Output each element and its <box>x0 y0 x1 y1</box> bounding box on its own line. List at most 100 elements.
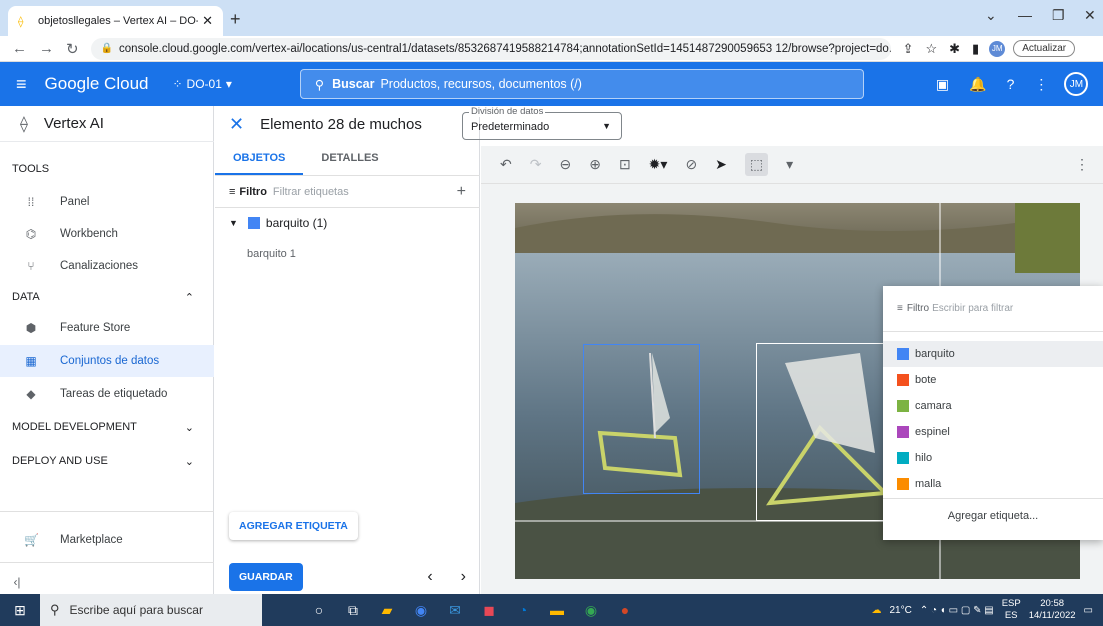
chrome-icon[interactable]: ◉ <box>404 602 438 619</box>
extensions-icon[interactable]: ✱ <box>949 41 960 57</box>
nav-item-datasets[interactable]: ▦ Conjuntos de datos <box>0 345 214 377</box>
more-vert-icon[interactable]: ⋮ <box>1034 76 1048 93</box>
notifications-icon[interactable]: 🔔 <box>969 76 986 93</box>
reload-icon[interactable]: ↻ <box>66 40 79 58</box>
tab-details[interactable]: DETALLES <box>303 146 396 175</box>
chrome-profile-icon[interactable]: ◉ <box>574 602 608 619</box>
caret-down-icon[interactable]: ▾ <box>786 156 793 173</box>
search-label: Buscar <box>332 77 375 91</box>
label-menu-item[interactable]: barquito <box>883 341 1103 367</box>
save-button[interactable]: GUARDAR <box>229 563 303 591</box>
hide-icon[interactable]: ⊘ <box>685 156 697 173</box>
profile-avatar[interactable]: JM <box>989 40 1006 57</box>
notifications-icon[interactable]: ▭ <box>1084 605 1093 616</box>
share-icon[interactable]: ⇪ <box>903 41 914 57</box>
zoom-out-icon[interactable]: ⊖ <box>559 156 571 173</box>
user-avatar[interactable]: JM <box>1064 72 1089 96</box>
fit-icon[interactable]: ⊡ <box>619 156 631 173</box>
tray-icons[interactable]: ⌃ ◔ ◖ ▭ ▢ ✎ ▤ <box>920 605 994 616</box>
section-data[interactable]: DATA ⌃ <box>0 284 214 310</box>
bounding-box-tool-icon[interactable]: ⬚ <box>744 153 769 176</box>
label-menu-item[interactable]: hilo <box>883 445 1103 471</box>
url-field[interactable]: 🔒 console.cloud.google.com/vertex-ai/loc… <box>90 37 891 60</box>
zoom-in-icon[interactable]: ⊕ <box>589 156 601 173</box>
data-split-value: Predeterminado <box>471 121 550 133</box>
close-icon[interactable]: ✕ <box>229 114 244 135</box>
close-window-icon[interactable]: ✕ <box>1084 7 1096 24</box>
store-icon[interactable]: ◼ <box>472 602 506 619</box>
add-label-button[interactable]: AGREGAR ETIQUETA <box>229 512 358 540</box>
label-filter[interactable]: ≡ Filtro Filtrar etiquetas + <box>215 176 480 208</box>
add-label-menu-item[interactable]: Agregar etiqueta... <box>883 510 1103 522</box>
cloud-shell-icon[interactable]: ▣ <box>936 76 949 93</box>
project-icon: ⁘ <box>172 77 183 91</box>
menu-icon[interactable]: ≡ <box>16 74 27 95</box>
edge-icon[interactable]: ◔ <box>506 602 540 618</box>
temperature[interactable]: 21°C <box>889 605 911 616</box>
bookmark-star-icon[interactable]: ☆ <box>925 41 937 57</box>
section-deploy[interactable]: DEPLOY AND USE ⌄ <box>0 448 214 474</box>
taskbar-search-input[interactable]: ⚲ Escribe aquí para buscar <box>40 594 262 626</box>
cortana-icon[interactable]: ○ <box>302 602 336 618</box>
nav-item-feature-store[interactable]: ⬢ Feature Store <box>0 312 214 344</box>
browser-tab[interactable]: ⟠ objetosllegales – Vertex AI – DO- ✕ <box>8 6 223 36</box>
weather-icon[interactable]: ☁ <box>871 605 881 616</box>
cart-icon: 🛒 <box>24 533 39 547</box>
restore-icon[interactable]: ❐ <box>1052 7 1065 24</box>
windows-start-icon[interactable]: ⊞ <box>0 602 40 619</box>
google-cloud-logo[interactable]: Google Cloud <box>45 74 149 94</box>
folder-icon[interactable]: ▬ <box>540 602 574 618</box>
tab-objects[interactable]: OBJETOS <box>215 146 304 175</box>
nav-item-panel[interactable]: ⁞⁞ Panel <box>0 186 214 218</box>
bounding-box-unlabeled[interactable] <box>756 343 886 521</box>
browser-tab-bar: ⟠ objetosllegales – Vertex AI – DO- ✕ + … <box>0 0 1103 36</box>
chevron-down-icon: ⌄ <box>184 421 194 434</box>
minimize-icon[interactable]: — <box>1018 7 1032 23</box>
label-menu-item[interactable]: bote <box>883 367 1103 393</box>
nav-item-marketplace[interactable]: 🛒 Marketplace <box>0 524 214 556</box>
item-header: ✕ Elemento 28 de muchos <box>215 106 480 142</box>
panel-tabs: OBJETOS DETALLES <box>215 146 480 176</box>
new-tab-icon[interactable]: + <box>230 9 241 30</box>
previous-icon[interactable]: ‹ <box>427 568 432 586</box>
close-tab-icon[interactable]: ✕ <box>202 13 213 29</box>
file-explorer-icon[interactable]: ▰ <box>370 602 404 619</box>
update-button[interactable]: Actualizar <box>1013 40 1076 57</box>
label-menu-filter-label: Filtro <box>906 303 930 314</box>
search-input[interactable]: ⚲ Buscar Productos, recursos, documentos… <box>299 69 864 99</box>
project-selector[interactable]: ⁘ DO-01 ▾ <box>172 77 231 91</box>
forward-icon[interactable]: → <box>39 40 54 57</box>
label-group[interactable]: ▼ barquito (1) <box>229 216 327 230</box>
next-icon[interactable]: › <box>461 568 466 586</box>
powerpoint-icon[interactable]: ● <box>608 602 642 618</box>
help-icon[interactable]: ? <box>1007 76 1015 92</box>
brightness-icon[interactable]: ✹▾ <box>649 156 668 173</box>
chevron-down-icon[interactable]: ⌄ <box>985 7 997 24</box>
redo-icon[interactable]: ↷ <box>530 156 542 173</box>
annotation-item[interactable]: barquito 1 <box>247 248 296 260</box>
clock[interactable]: 20:58 14/11/2022 <box>1029 598 1076 622</box>
mail-icon[interactable]: ✉ <box>438 602 472 619</box>
nav-item-workbench[interactable]: ⌬ Workbench <box>0 218 214 250</box>
language-indicator[interactable]: ESP ES <box>1002 598 1021 622</box>
more-vert-icon[interactable]: ⋮ <box>1075 156 1089 173</box>
nav-item-pipelines[interactable]: ⑂ Canalizaciones <box>0 250 214 282</box>
add-icon[interactable]: + <box>457 183 466 201</box>
language-line-1: ESP <box>1001 598 1021 609</box>
label-menu-item[interactable]: espinel <box>883 419 1103 445</box>
nav-item-labeling[interactable]: ◆ Tareas de etiquetado <box>0 378 214 410</box>
collapse-icon: ‹| <box>13 575 21 589</box>
label-menu-item[interactable]: camara <box>883 393 1103 419</box>
sidebar-icon[interactable]: ▮ <box>972 41 979 57</box>
pointer-icon[interactable]: ➤ <box>715 156 727 173</box>
back-icon[interactable]: ← <box>12 40 27 57</box>
label-menu-item[interactable]: malla <box>883 471 1103 497</box>
bounding-box-barquito[interactable] <box>583 344 700 494</box>
data-split-select[interactable]: División de datos Predeterminado ▼ <box>462 106 622 140</box>
task-view-icon[interactable]: ⧉ <box>336 602 370 619</box>
label-menu-filter[interactable]: ≡ Filtro Escribir para filtrar <box>883 286 1103 332</box>
product-name: Vertex AI <box>43 115 104 132</box>
section-model-development[interactable]: MODEL DEVELOPMENT ⌄ <box>0 414 214 440</box>
undo-icon[interactable]: ↶ <box>500 156 512 173</box>
label-menu-item-text: camara <box>915 400 952 412</box>
